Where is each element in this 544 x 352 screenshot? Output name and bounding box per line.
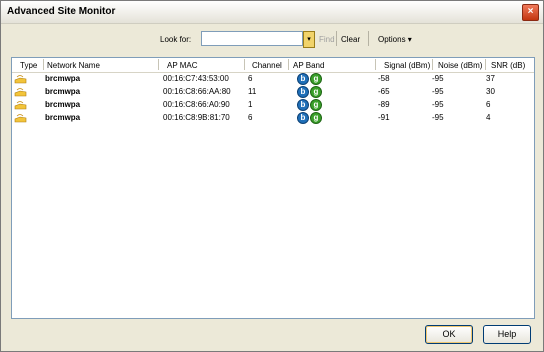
snr-cell: 37: [486, 74, 495, 83]
ap-band-cell: bg: [297, 86, 323, 98]
column-divider[interactable]: [432, 59, 433, 70]
ap-mac-cell: 00:16:C8:66:AA:80: [163, 87, 231, 96]
channel-cell: 11: [248, 87, 257, 96]
network-name-cell: brcmwpa: [45, 74, 81, 83]
network-list: Type Network Name AP MAC Channel AP Band…: [11, 57, 535, 319]
toolbar: Look for: ▾ Find Clear Options ▾: [7, 27, 537, 51]
ap-band-cell: bg: [297, 99, 323, 111]
find-button[interactable]: Find: [319, 35, 335, 44]
band-g-icon: g: [310, 86, 322, 98]
table-row[interactable]: brcmwpa 00:16:C7:43:53:00 6 bg -58 -95 3…: [12, 73, 534, 86]
snr-cell: 6: [486, 100, 491, 109]
ap-band-cell: bg: [297, 112, 323, 124]
channel-cell: 1: [248, 100, 253, 109]
signal-cell: -89: [378, 100, 390, 109]
column-header-type[interactable]: Type: [20, 61, 37, 70]
search-input[interactable]: [201, 31, 303, 46]
toolbar-separator: [336, 31, 337, 46]
column-divider[interactable]: [158, 59, 159, 70]
network-type-icon: [14, 75, 27, 84]
options-menu-button[interactable]: Options ▾: [378, 35, 412, 44]
signal-cell: -65: [378, 87, 390, 96]
band-g-icon: g: [310, 112, 322, 124]
column-header-network-name[interactable]: Network Name: [47, 61, 100, 70]
signal-cell: -58: [378, 74, 390, 83]
ap-mac-cell: 00:16:C8:66:A0:90: [163, 100, 230, 109]
chevron-down-icon: ▾: [307, 36, 311, 43]
clear-button[interactable]: Clear: [341, 35, 360, 44]
noise-cell: -95: [432, 100, 444, 109]
ap-band-cell: bg: [297, 73, 323, 85]
close-button[interactable]: ×: [522, 4, 539, 21]
window-title: Advanced Site Monitor: [7, 6, 116, 17]
toolbar-separator: [368, 31, 369, 46]
band-b-icon: b: [297, 86, 309, 98]
channel-cell: 6: [248, 74, 253, 83]
band-b-icon: b: [297, 99, 309, 111]
column-divider[interactable]: [244, 59, 245, 70]
column-header-signal[interactable]: Signal (dBm): [384, 61, 430, 70]
table-row[interactable]: brcmwpa 00:16:C8:9B:81:70 6 bg -91 -95 4: [12, 112, 534, 125]
noise-cell: -95: [432, 74, 444, 83]
band-g-icon: g: [310, 73, 322, 85]
channel-cell: 6: [248, 113, 253, 122]
column-divider[interactable]: [485, 59, 486, 70]
network-name-cell: brcmwpa: [45, 113, 81, 122]
search-history-dropdown[interactable]: ▾: [303, 31, 315, 48]
snr-cell: 4: [486, 113, 491, 122]
noise-cell: -95: [432, 113, 444, 122]
column-header-ap-band[interactable]: AP Band: [293, 61, 324, 70]
network-name-cell: brcmwpa: [45, 100, 81, 109]
band-b-icon: b: [297, 73, 309, 85]
table-row[interactable]: brcmwpa 00:16:C8:66:AA:80 11 bg -65 -95 …: [12, 86, 534, 99]
band-g-icon: g: [310, 99, 322, 111]
network-type-icon: [14, 101, 27, 110]
band-b-icon: b: [297, 112, 309, 124]
column-header-channel[interactable]: Channel: [252, 61, 282, 70]
column-divider[interactable]: [288, 59, 289, 70]
network-name-cell: brcmwpa: [45, 87, 81, 96]
snr-cell: 30: [486, 87, 495, 96]
ok-button[interactable]: OK: [425, 325, 473, 344]
column-divider[interactable]: [43, 59, 44, 70]
table-header: Type Network Name AP MAC Channel AP Band…: [12, 58, 534, 73]
ap-mac-cell: 00:16:C7:43:53:00: [163, 74, 229, 83]
column-header-snr[interactable]: SNR (dB): [491, 61, 525, 70]
ap-mac-cell: 00:16:C8:9B:81:70: [163, 113, 230, 122]
signal-cell: -91: [378, 113, 390, 122]
column-divider[interactable]: [375, 59, 376, 70]
column-header-ap-mac[interactable]: AP MAC: [167, 61, 198, 70]
title-bar[interactable]: Advanced Site Monitor ×: [1, 1, 543, 24]
close-icon: ×: [527, 6, 534, 17]
column-header-noise[interactable]: Noise (dBm): [438, 61, 482, 70]
network-type-icon: [14, 88, 27, 97]
network-type-icon: [14, 114, 27, 123]
look-for-label: Look for:: [160, 35, 192, 44]
site-monitor-window: Advanced Site Monitor × Look for: ▾ Find…: [0, 0, 544, 352]
table-row[interactable]: brcmwpa 00:16:C8:66:A0:90 1 bg -89 -95 6: [12, 99, 534, 112]
help-button[interactable]: Help: [483, 325, 531, 344]
noise-cell: -95: [432, 87, 444, 96]
